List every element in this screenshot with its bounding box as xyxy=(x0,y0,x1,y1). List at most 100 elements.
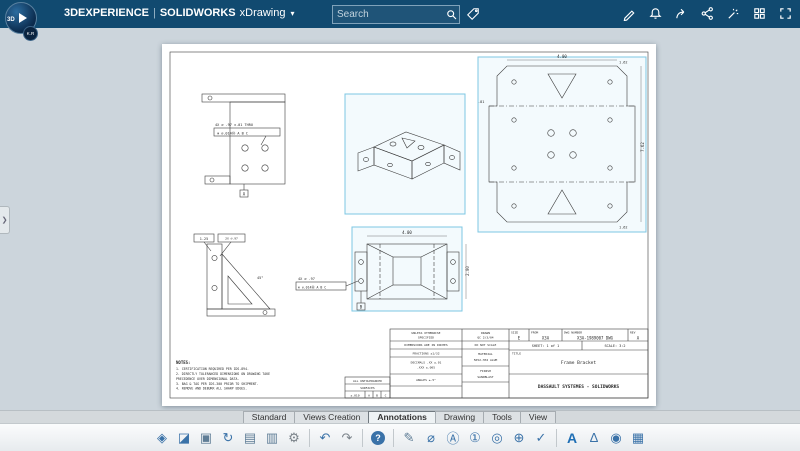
dim-text[interactable]: 2X ⌀.97 xyxy=(225,237,238,241)
dim-text[interactable]: 1.25 xyxy=(200,237,208,241)
untol-datum-b: B xyxy=(376,393,378,397)
untol-line1: ALL UNTOLERANCED xyxy=(353,379,382,383)
datum-flag[interactable]: A xyxy=(243,192,246,197)
properties-icon[interactable]: ▥ xyxy=(262,428,282,448)
tb-angles: ANGLES ±.5° xyxy=(416,378,436,382)
note-line: 3. BAG & TAG PER IDS-300 PRIOR TO SHIPME… xyxy=(176,382,259,386)
table-icon[interactable]: ▦ xyxy=(628,428,648,448)
search-input[interactable] xyxy=(333,9,443,20)
top-right-icons xyxy=(621,5,794,22)
widgets-icon[interactable] xyxy=(751,5,768,22)
dim-text[interactable]: 1.62 xyxy=(619,61,627,65)
untol-datum-c: C xyxy=(385,393,387,397)
dim-text[interactable]: 2.00 xyxy=(465,266,470,276)
model-view-icon[interactable]: ◈ xyxy=(152,428,172,448)
brand-name: 3DEXPERIENCE xyxy=(64,7,149,19)
feature-control-frame[interactable]: ⊕ ⌀.014Ⓜ A B C xyxy=(298,285,326,290)
top-bar: 3D K.R 3DEXPERIENCE | SOLIDWORKS xDrawin… xyxy=(0,0,800,28)
search-box[interactable] xyxy=(332,5,460,24)
toolbar-separator xyxy=(362,429,363,447)
tb-size-value: E xyxy=(518,336,521,341)
share-network-icon[interactable] xyxy=(699,5,716,22)
view-gusset[interactable] xyxy=(194,234,275,316)
command-tabs-bar: Standard Views Creation Annotations Draw… xyxy=(0,410,800,424)
drawing-sheet-svg: 4X ⌀ .97 ±.01 THRU ⊕ ⌀.014Ⓜ A B C A xyxy=(162,44,656,406)
toolbar-separator xyxy=(309,429,310,447)
section-view-icon[interactable]: ◪ xyxy=(174,428,194,448)
assistant-icon[interactable] xyxy=(725,5,742,22)
tb-fractions: FRACTIONS ±1/32 xyxy=(412,351,439,355)
settings-gear-icon[interactable]: ⚙ xyxy=(284,428,304,448)
notes-title: NOTES: xyxy=(176,360,190,365)
undo-icon[interactable]: ↶ xyxy=(315,428,335,448)
surface-finish-icon[interactable]: ✓ xyxy=(531,428,551,448)
tb-size-label: SIZE xyxy=(511,331,518,335)
notifications-icon[interactable] xyxy=(647,5,664,22)
note-line: 1. CERTIFICATION REQUIRED PER IDS-894. xyxy=(176,367,249,371)
tb-from-value: X3A xyxy=(542,336,550,341)
tb-finish-value: SANDBLAST xyxy=(477,375,493,379)
help-icon[interactable]: ? xyxy=(368,428,388,448)
search-icon[interactable] xyxy=(443,7,459,23)
tb-scale: SCALE: 3:2 xyxy=(604,344,625,348)
edit-tag-icon[interactable] xyxy=(621,5,638,22)
selection-box-iso-view[interactable] xyxy=(345,94,465,214)
dim-text[interactable]: 45° xyxy=(257,276,263,280)
untol-line2: SURFACES xyxy=(360,386,375,390)
sketch-pen-icon[interactable]: ✎ xyxy=(399,428,419,448)
dim-callout[interactable]: 4X ⌀ .97 xyxy=(298,277,315,281)
tb-sheet: SHEET: 1 of 1 xyxy=(532,344,559,348)
balloon-icon[interactable]: ① xyxy=(465,428,485,448)
tb-material-label: MATERIAL xyxy=(478,352,493,356)
tb-dwg-label: DWG NUMBER xyxy=(564,331,582,335)
dim-text[interactable]: 1.62 xyxy=(619,226,627,230)
tb-drawn-label: DRAWN xyxy=(481,331,490,335)
share-icon[interactable] xyxy=(673,5,690,22)
panel-toggle[interactable]: ❯ xyxy=(0,206,10,234)
datum-target-icon[interactable]: ◎ xyxy=(487,428,507,448)
user-initials-badge[interactable]: K.R xyxy=(23,26,38,41)
toolbar-separator xyxy=(556,429,557,447)
note-line: 4. REMOVE AND DEBURR ALL SHARP EDGES. xyxy=(176,387,247,391)
view-top-left[interactable] xyxy=(202,94,285,197)
format-text-icon[interactable]: A xyxy=(562,428,582,448)
logo-3d-label: 3D xyxy=(7,17,15,23)
revision-symbol-icon[interactable]: ∆ xyxy=(584,428,604,448)
refresh-icon[interactable]: ↻ xyxy=(218,428,238,448)
redo-icon[interactable]: ↷ xyxy=(337,428,357,448)
tb-from-label: FROM xyxy=(531,331,538,335)
dim-text[interactable]: .81 xyxy=(478,100,484,104)
play-icon xyxy=(19,13,27,23)
drawing-sheet[interactable]: 4X ⌀ .97 ±.01 THRU ⊕ ⌀.014Ⓜ A B C A xyxy=(162,44,656,406)
smart-dimension-icon[interactable]: ⌀ xyxy=(421,428,441,448)
tb-title-value: Frame Bracket xyxy=(561,360,597,366)
save-icon[interactable]: ▣ xyxy=(196,428,216,448)
dim-text[interactable]: 4.00 xyxy=(557,54,567,59)
geometric-tolerance-icon[interactable]: ⊕ xyxy=(509,428,529,448)
tb-rev-label: REV xyxy=(630,331,636,335)
note-icon[interactable]: Ⓐ xyxy=(443,428,463,448)
drawing-canvas[interactable]: ❯ xyxy=(0,28,800,410)
tb-do-not-scale: DO NOT SCALE xyxy=(475,343,497,347)
dim-callout[interactable]: 4X ⌀ .97 ±.01 THRU xyxy=(215,123,253,127)
notes-block: NOTES: 1. CERTIFICATION REQUIRED PER IDS… xyxy=(176,360,270,391)
tb-decimals2: .XXX ±.005 xyxy=(417,366,435,370)
tb-material-value: 5052-H32 ALUM xyxy=(474,358,498,362)
tb-unless2: SPECIFIED xyxy=(418,336,434,340)
tb-title-label: TITLE xyxy=(512,352,521,356)
selection-box-flat-view[interactable] xyxy=(478,57,646,232)
note-line: 2. DIRECTLY TOLERANCED DIMENSIONS ON DRA… xyxy=(176,372,270,376)
tb-dwg-value: X3A-1989007 DWG xyxy=(577,336,614,341)
app-title: 3DEXPERIENCE | SOLIDWORKS xDrawing ▾ xyxy=(64,7,295,19)
fullscreen-icon[interactable] xyxy=(777,5,794,22)
dim-text[interactable]: 7.62 xyxy=(640,142,645,152)
module-name: xDrawing xyxy=(240,7,286,19)
center-mark-icon[interactable]: ◉ xyxy=(606,428,626,448)
chevron-right-icon: ❯ xyxy=(2,216,8,224)
dim-text[interactable]: 4.00 xyxy=(402,230,412,235)
feature-control-frame[interactable]: ⊕ ⌀.014Ⓜ A B C xyxy=(217,131,248,136)
chevron-down-icon[interactable]: ▾ xyxy=(290,9,294,18)
sheet-format-icon[interactable]: ▤ xyxy=(240,428,260,448)
tag-icon[interactable] xyxy=(464,5,482,22)
untol-tol: ±.010 xyxy=(350,393,359,397)
